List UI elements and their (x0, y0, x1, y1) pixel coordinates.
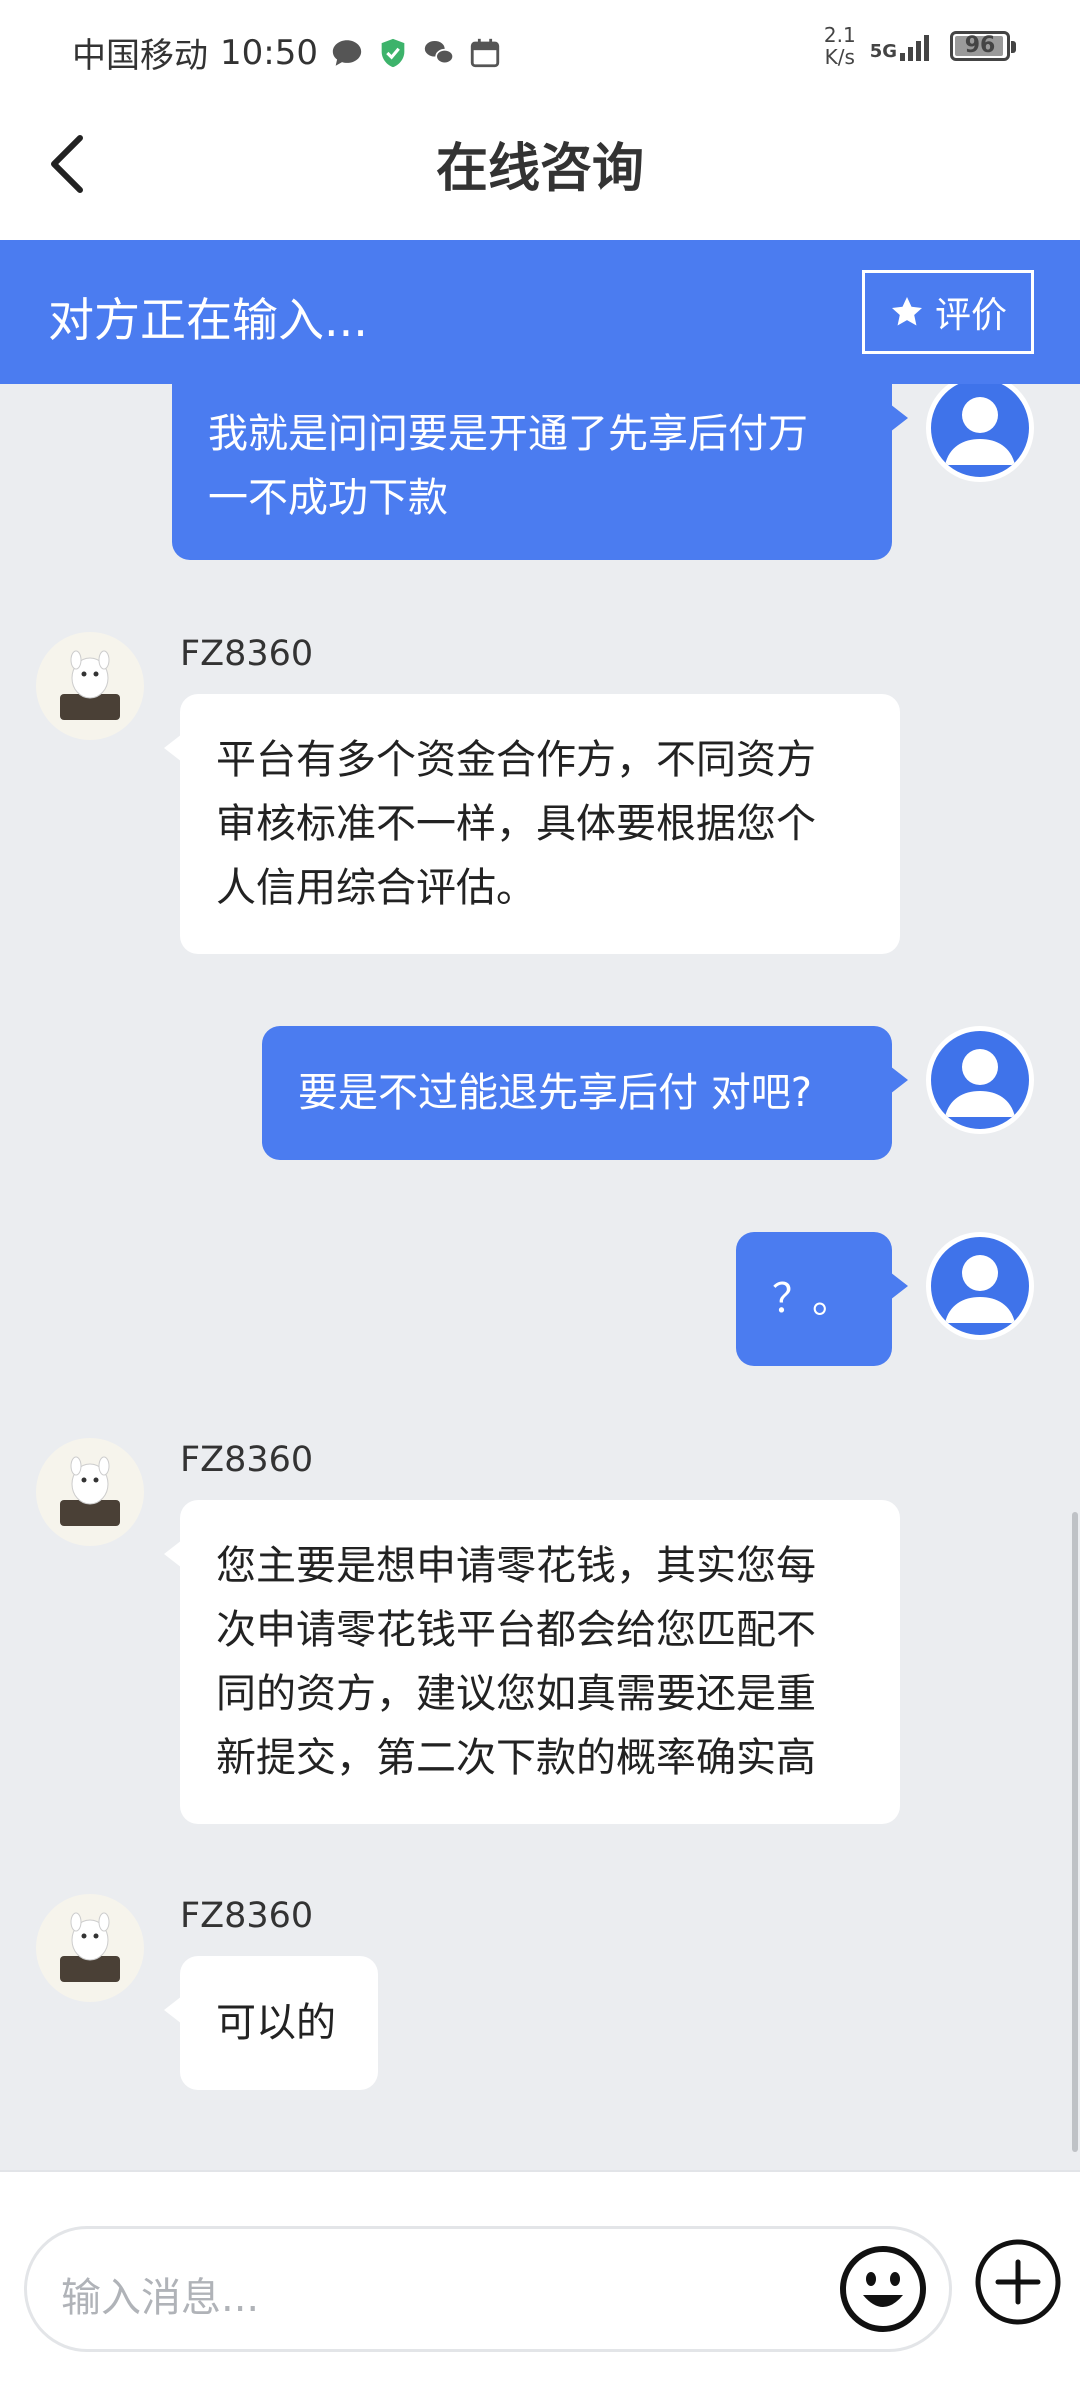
network-type: 5G (869, 41, 897, 62)
calendar-icon (470, 38, 500, 67)
agent-avatar-icon[interactable] (36, 632, 144, 740)
status-bar: 中国移动 10:50 2.1 K/s 5G 96 (0, 0, 1080, 96)
user-avatar-icon[interactable] (926, 1026, 1034, 1134)
message-line: 同的资方，建议您如真需要还是重 (216, 1671, 816, 1717)
title-bar: 在线咨询 (0, 96, 1080, 240)
message-line: 新提交，第二次下款的概率确实高 (216, 1735, 816, 1781)
typing-indicator: 对方正在输入... (48, 293, 368, 347)
star-icon (891, 297, 922, 326)
agent-avatar-icon[interactable] (36, 1894, 144, 2002)
message-bubble-out: 我就是问问要是开通了先享后付万 一不成功下款 (172, 384, 908, 560)
agent-name: FZ8360 (180, 1440, 314, 1480)
message-bubble-in: 平台有多个资金合作方，不同资方 审核标准不一样，具体要根据您个 人信用综合评估。 (164, 694, 900, 954)
message-line: 我就是问问要是开通了先享后付万 (208, 411, 808, 457)
user-avatar-icon[interactable] (926, 384, 1034, 482)
message-bubble-out: 要是不过能退先享后付 对吧? (262, 1026, 908, 1160)
battery-level: 96 (964, 33, 996, 58)
message-line: 一不成功下款 (208, 475, 448, 521)
carrier-label: 中国移动 (72, 36, 208, 76)
message-notification-icon (332, 39, 362, 66)
message-line: 次申请零花钱平台都会给您匹配不 (216, 1607, 816, 1653)
message-input[interactable]: 输入消息... (24, 2226, 952, 2352)
message-line: ？。 (772, 1276, 852, 1322)
agent-name: FZ8360 (180, 1896, 314, 1936)
wechat-icon (424, 40, 455, 64)
network-speed-unit: K/s (824, 45, 855, 69)
message-line: 您主要是想申请零花钱，其实您每 (216, 1543, 816, 1589)
user-avatar-icon[interactable] (926, 1232, 1034, 1340)
plus-circle-icon[interactable] (972, 2236, 1064, 2328)
message-line: 平台有多个资金合作方，不同资方 (216, 737, 816, 783)
message-line: 要是不过能退先享后付 对吧? (298, 1070, 812, 1116)
agent-name: FZ8360 (180, 634, 314, 674)
message-line: 人信用综合评估。 (216, 865, 536, 911)
status-right: 2.1 K/s 5G 96 (824, 24, 1016, 68)
smiley-icon[interactable] (835, 2241, 931, 2337)
typing-banner: 对方正在输入... 评价 (0, 240, 1080, 384)
rate-button[interactable]: 评价 (862, 270, 1034, 354)
clock: 10:50 (220, 32, 318, 73)
network-speed-value: 2.1 (823, 23, 856, 47)
signal-bars-icon (900, 35, 929, 61)
agent-avatar-icon[interactable] (36, 1438, 144, 1546)
input-bar: 输入消息... (0, 2170, 1080, 2400)
message-bubble-in: 可以的 (164, 1956, 378, 2090)
rate-button-label: 评价 (934, 295, 1007, 336)
message-bubble-out: ？。 (736, 1232, 908, 1366)
chat-scrollbar[interactable] (1072, 1512, 1078, 2152)
message-input-placeholder: 输入消息... (61, 2275, 260, 2321)
message-line: 审核标准不一样，具体要根据您个 (216, 801, 816, 847)
message-line: 可以的 (216, 2000, 336, 2046)
network-speed: 2.1 K/s (824, 24, 856, 68)
battery-indicator: 96 (950, 31, 1016, 61)
status-left: 中国移动 10:50 (72, 28, 502, 77)
signal-indicator: 5G (870, 31, 936, 61)
shield-check-icon (381, 38, 405, 67)
message-bubble-in: 您主要是想申请零花钱，其实您每 次申请零花钱平台都会给您匹配不 同的资方，建议您… (164, 1500, 900, 1824)
chat-messages[interactable]: 我就是问问要是开通了先享后付万 一不成功下款 FZ8360 平台有多个资金合作方… (0, 384, 1080, 2170)
page-title: 在线咨询 (435, 139, 644, 199)
